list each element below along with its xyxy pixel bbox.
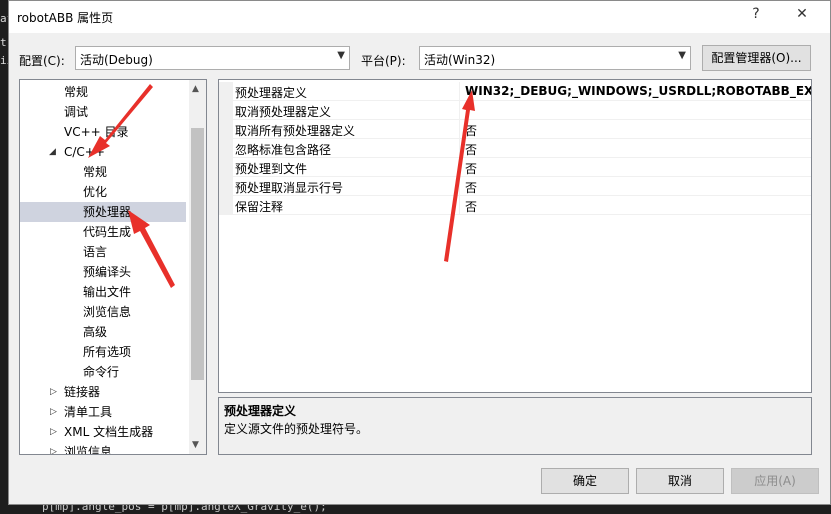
tree-item-linker[interactable]: ▷ 链接器 bbox=[20, 382, 186, 402]
tree-item-cpp[interactable]: ◢ C/C++ bbox=[20, 142, 186, 162]
tree-item-xml[interactable]: ▷ XML 文档生成器 bbox=[20, 422, 186, 442]
scroll-thumb[interactable] bbox=[191, 128, 204, 380]
collapsed-triangle-icon[interactable]: ▷ bbox=[50, 382, 57, 402]
grid-key: 取消预处理器定义 bbox=[235, 105, 332, 119]
config-label: 配置(C): bbox=[19, 54, 65, 68]
close-button[interactable]: ✕ bbox=[792, 6, 812, 22]
tree-item[interactable]: 输出文件 bbox=[20, 282, 186, 302]
config-value: 活动(Debug) bbox=[80, 53, 153, 67]
tree-item[interactable]: VC++ 目录 bbox=[20, 122, 186, 142]
scroll-down-icon[interactable]: ▼ bbox=[192, 440, 199, 450]
grid-value[interactable]: 否 bbox=[465, 198, 477, 215]
grid-row[interactable]: 取消预处理器定义 bbox=[219, 101, 811, 120]
grid-row[interactable]: 预处理器定义 WIN32;_DEBUG;_WINDOWS;_USRDLL;ROB… bbox=[219, 82, 811, 101]
tree-item[interactable]: 常规 bbox=[20, 162, 186, 182]
collapsed-triangle-icon[interactable]: ▷ bbox=[50, 422, 57, 442]
chevron-down-icon: ▼ bbox=[678, 50, 686, 61]
tree-item[interactable]: 预编译头 bbox=[20, 262, 186, 282]
tree-item[interactable]: 命令行 bbox=[20, 362, 186, 382]
tree-item-manifest[interactable]: ▷ 清单工具 bbox=[20, 402, 186, 422]
platform-label: 平台(P): bbox=[361, 54, 406, 68]
platform-combo[interactable]: 活动(Win32) ▼ bbox=[419, 46, 691, 70]
collapsed-triangle-icon[interactable]: ▷ bbox=[50, 442, 57, 454]
tree-item[interactable]: 调试 bbox=[20, 102, 186, 122]
grid-row[interactable]: 预处理到文件 否 bbox=[219, 158, 811, 177]
grid-row[interactable]: 保留注释 否 bbox=[219, 196, 811, 215]
grid-row[interactable]: 取消所有预处理器定义 否 bbox=[219, 120, 811, 139]
description-text: 定义源文件的预处理符号。 bbox=[224, 422, 369, 436]
tree-item[interactable]: 优化 bbox=[20, 182, 186, 202]
description-panel: 预处理器定义 定义源文件的预处理符号。 bbox=[218, 397, 812, 455]
tree-item[interactable]: 所有选项 bbox=[20, 342, 186, 362]
config-combo[interactable]: 活动(Debug) ▼ bbox=[75, 46, 350, 70]
grid-key: 预处理器定义 bbox=[235, 86, 308, 100]
property-grid: 预处理器定义 WIN32;_DEBUG;_WINDOWS;_USRDLL;ROB… bbox=[218, 79, 812, 393]
help-button[interactable]: ? bbox=[746, 6, 766, 22]
tree-scrollbar[interactable]: ▲ ▼ bbox=[189, 80, 206, 454]
grid-key: 忽略标准包含路径 bbox=[235, 143, 332, 157]
grid-value[interactable]: 否 bbox=[465, 179, 477, 196]
tree-item[interactable]: 高级 bbox=[20, 322, 186, 342]
grid-row[interactable]: 预处理取消显示行号 否 bbox=[219, 177, 811, 196]
apply-button[interactable]: 应用(A) bbox=[731, 468, 819, 494]
property-pages-dialog: robotABB 属性页 ? ✕ 配置(C): 活动(Debug) ▼ 平台(P… bbox=[8, 0, 831, 505]
config-manager-button[interactable]: 配置管理器(O)... bbox=[702, 45, 811, 71]
platform-value: 活动(Win32) bbox=[424, 53, 496, 67]
collapsed-triangle-icon[interactable]: ▷ bbox=[50, 402, 57, 422]
description-title: 预处理器定义 bbox=[224, 404, 297, 418]
title-bar: robotABB 属性页 ? ✕ bbox=[9, 1, 830, 33]
tree-item-preprocessor-selected[interactable]: 预处理器 bbox=[20, 202, 186, 222]
window-title: robotABB 属性页 bbox=[17, 11, 114, 25]
grid-key: 保留注释 bbox=[235, 200, 284, 214]
grid-key: 预处理到文件 bbox=[235, 162, 308, 176]
grid-value[interactable]: WIN32;_DEBUG;_WINDOWS;_USRDLL;ROBOTABB_E… bbox=[465, 84, 811, 98]
scroll-up-icon[interactable]: ▲ bbox=[192, 84, 199, 94]
cancel-button[interactable]: 取消 bbox=[636, 468, 724, 494]
tree-item[interactable]: 浏览信息 bbox=[20, 302, 186, 322]
ok-button[interactable]: 确定 bbox=[541, 468, 629, 494]
property-tree: 常规 调试 VC++ 目录 ◢ C/C++ 常规 优化 预处理器 代码生成 语言… bbox=[19, 79, 207, 455]
grid-value[interactable]: 否 bbox=[465, 122, 477, 139]
grid-value[interactable]: 否 bbox=[465, 160, 477, 177]
chevron-down-icon: ▼ bbox=[337, 50, 345, 61]
expanded-triangle-icon[interactable]: ◢ bbox=[49, 142, 56, 162]
tree-item[interactable]: 代码生成 bbox=[20, 222, 186, 242]
grid-value[interactable]: 否 bbox=[465, 141, 477, 158]
tree-item[interactable]: 语言 bbox=[20, 242, 186, 262]
grid-key: 取消所有预处理器定义 bbox=[235, 124, 356, 138]
tree-item-browse[interactable]: ▷ 浏览信息 bbox=[20, 442, 186, 454]
tree-item[interactable]: 常规 bbox=[20, 82, 186, 102]
grid-key: 预处理取消显示行号 bbox=[235, 181, 344, 195]
grid-row[interactable]: 忽略标准包含路径 否 bbox=[219, 139, 811, 158]
